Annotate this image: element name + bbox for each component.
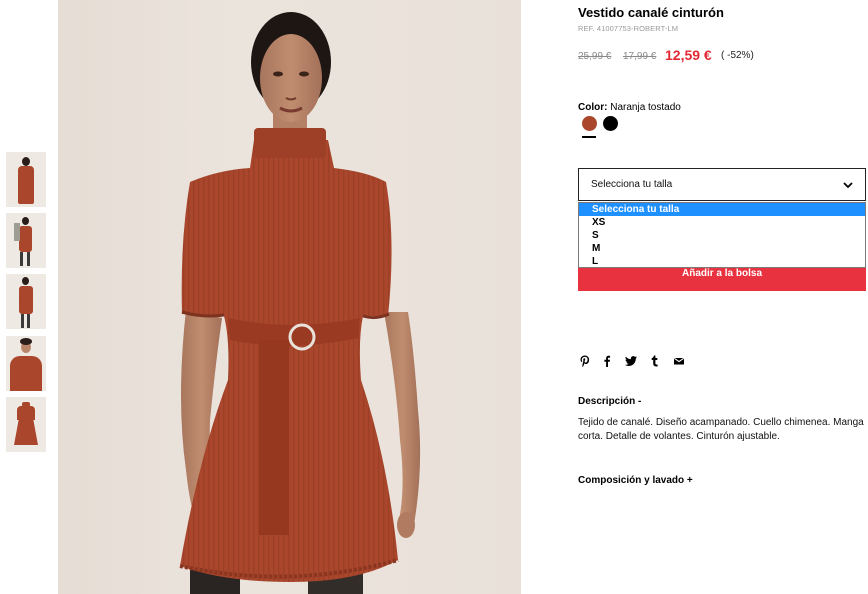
size-dropdown-list: Selecciona tu talla XS S M L	[578, 202, 866, 268]
thumbnail-3[interactable]	[6, 274, 46, 329]
chevron-down-icon	[843, 182, 853, 189]
size-option-m[interactable]: M	[579, 242, 865, 255]
selected-swatch-indicator	[582, 136, 596, 138]
size-option-s[interactable]: S	[579, 229, 865, 242]
description-text: Tejido de canalé. Diseño acampanado. Cue…	[578, 417, 864, 442]
description-toggle[interactable]: Descripción -	[578, 396, 641, 407]
color-value: Naranja tostado	[610, 102, 681, 113]
sale-price: 12,59 €	[665, 47, 712, 63]
size-option-placeholder[interactable]: Selecciona tu talla	[579, 203, 865, 216]
model-illustration	[179, 12, 421, 594]
thumbnail-1[interactable]	[6, 152, 46, 207]
thumbnail-leg	[27, 252, 30, 266]
size-option-xs[interactable]: XS	[579, 216, 865, 229]
thumbnail-skirt	[14, 419, 38, 445]
thumbnail-dress	[19, 286, 33, 314]
thumbnail-hair	[20, 338, 32, 345]
facebook-icon[interactable]	[600, 354, 614, 368]
discount-percentage: ( -52%)	[721, 50, 754, 61]
product-reference: REF. 41007753-ROBERT-LM	[578, 24, 679, 33]
main-product-image[interactable]	[58, 0, 521, 594]
thumbnail-dress	[18, 166, 34, 204]
size-select-label: Selecciona tu talla	[591, 179, 673, 190]
thumbnail-leg	[20, 252, 23, 266]
thumbnail-head	[22, 217, 29, 225]
tumblr-icon[interactable]	[648, 354, 662, 368]
thumbnail-leg	[27, 314, 30, 328]
thumbnail-leg	[21, 314, 24, 328]
thumbnail-bag	[14, 223, 20, 241]
add-to-bag-label: Añadir a la bolsa	[681, 268, 763, 279]
thumbnail-dress	[10, 356, 42, 391]
thumbnail-head	[22, 157, 30, 166]
color-swatch-naranja-tostado[interactable]	[582, 116, 597, 131]
twitter-icon[interactable]	[624, 354, 638, 368]
thumbnail-head	[22, 277, 29, 285]
thumbnail-2[interactable]	[6, 213, 46, 268]
previous-price: 17,99 €	[623, 51, 657, 62]
email-icon[interactable]	[672, 354, 686, 368]
color-swatch-negro[interactable]	[603, 116, 618, 131]
color-label-row: Color: Naranja tostado	[578, 102, 681, 113]
original-price: 25,99 €	[578, 51, 612, 62]
thumbnail-5[interactable]	[6, 397, 46, 452]
size-option-l[interactable]: L	[579, 255, 865, 268]
color-label: Color:	[578, 102, 608, 113]
pinterest-icon[interactable]	[578, 354, 592, 368]
thumbnail-bodice	[17, 406, 35, 420]
product-title: Vestido canalé cinturón	[578, 5, 724, 20]
composition-toggle[interactable]: Composición y lavado +	[578, 475, 693, 486]
thumbnail-4[interactable]	[6, 336, 46, 391]
size-select[interactable]: Selecciona tu talla	[578, 168, 866, 201]
thumbnail-dress	[19, 226, 32, 252]
